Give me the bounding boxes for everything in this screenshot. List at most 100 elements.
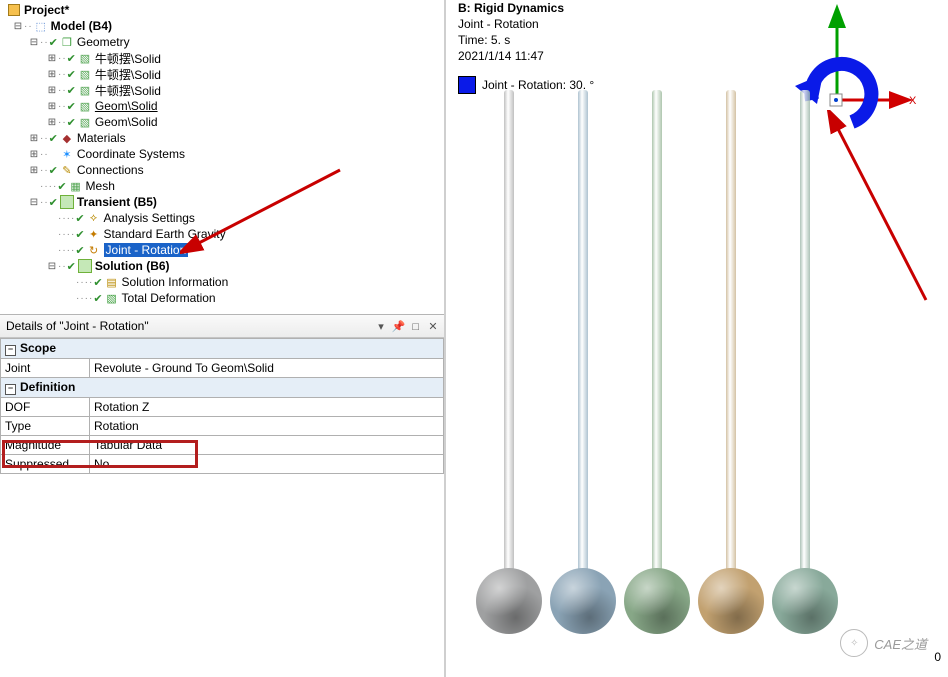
details-titlebar[interactable]: Details of "Joint - Rotation" ▾ 📌 □ ✕ xyxy=(0,315,444,338)
part-label: Geom\Solid xyxy=(95,115,158,129)
expand-icon[interactable]: ⊞ xyxy=(46,85,58,96)
pendulum-ball xyxy=(772,568,838,634)
model-label: Model (B4) xyxy=(51,19,112,33)
deformation-icon: ▧ xyxy=(104,291,120,305)
tree-node-project[interactable]: Project* xyxy=(6,2,444,18)
details-grid[interactable]: −Scope Joint Revolute - Ground To Geom\S… xyxy=(0,338,444,474)
tree-node-mesh[interactable]: ⊞ ···· ✔ ▦ Mesh xyxy=(6,178,444,194)
row-magnitude[interactable]: Magnitude Tabular Data xyxy=(1,436,444,455)
section-definition[interactable]: −Definition xyxy=(1,378,444,398)
expand-icon[interactable]: ⊞ xyxy=(46,117,58,128)
watermark: ✧ CAE之道 xyxy=(840,629,927,657)
check-icon: ✔ xyxy=(67,84,76,97)
check-icon: ✔ xyxy=(49,132,58,145)
joint-load-icon: ↻ xyxy=(86,243,102,257)
pendulum-rod xyxy=(800,90,810,580)
expand-icon[interactable]: ⊞ xyxy=(46,101,58,112)
row-type[interactable]: Type Rotation xyxy=(1,417,444,436)
vp-subtitle: Joint - Rotation xyxy=(458,16,594,32)
dock-icon[interactable]: □ xyxy=(409,321,423,333)
collapse-icon[interactable]: ⊟ xyxy=(28,37,40,48)
cell-value[interactable]: Rotation Z xyxy=(90,398,444,417)
cell-value[interactable]: Revolute - Ground To Geom\Solid xyxy=(90,359,444,378)
pendulum-rod xyxy=(652,90,662,580)
section-scope[interactable]: −Scope xyxy=(1,339,444,359)
solution-icon xyxy=(78,259,92,273)
outline-tree[interactable]: Project* ⊟ ·· ⬚ Model (B4) ⊟ ·· ✔ ❒ Geom… xyxy=(0,0,444,306)
close-icon[interactable]: ✕ xyxy=(426,320,440,333)
tree-node-model[interactable]: ⊟ ·· ⬚ Model (B4) xyxy=(6,18,444,34)
part-icon: ▧ xyxy=(77,67,93,81)
part-label: 牛顿摆\Solid xyxy=(95,66,161,83)
pendulum-rod xyxy=(504,90,514,580)
expand-icon[interactable]: ⊞ xyxy=(28,165,40,176)
cell-key: Type xyxy=(1,417,90,436)
graphics-viewport[interactable]: B: Rigid Dynamics Joint - Rotation Time:… xyxy=(446,0,947,677)
collapse-icon[interactable]: ⊟ xyxy=(28,197,40,208)
collapse-icon[interactable]: − xyxy=(5,384,16,395)
check-icon: ✔ xyxy=(93,292,102,305)
vp-time: Time: 5. s xyxy=(458,32,594,48)
gravity-icon: ✦ xyxy=(86,227,102,241)
check-icon: ✔ xyxy=(57,180,66,193)
tree-node-analysis-settings[interactable]: ···· ✔ ⟡ Analysis Settings xyxy=(6,210,444,226)
cell-value[interactable]: Tabular Data xyxy=(90,436,444,455)
details-title: Details of "Joint - Rotation" xyxy=(6,319,149,333)
check-icon: ✔ xyxy=(67,260,76,273)
pendulum-rod xyxy=(726,90,736,580)
tree-node-solution-info[interactable]: ···· ✔ ▤ Solution Information xyxy=(6,274,444,290)
collapse-icon[interactable]: ⊟ xyxy=(12,21,24,32)
tree-node-part-3[interactable]: ⊞ ·· ✔ ▧ 牛顿摆\Solid xyxy=(6,82,444,98)
check-icon: ✔ xyxy=(75,228,84,241)
check-icon: ✔ xyxy=(93,276,102,289)
vp-date: 2021/1/14 11:47 xyxy=(458,48,594,64)
tree-node-materials[interactable]: ⊞ ·· ✔ ◆ Materials xyxy=(6,130,444,146)
tree-node-transient[interactable]: ⊟ ·· ✔ Transient (B5) xyxy=(6,194,444,210)
tree-node-gravity[interactable]: ···· ✔ ✦ Standard Earth Gravity xyxy=(6,226,444,242)
tree-node-solution[interactable]: ⊟ ·· ✔ Solution (B6) xyxy=(6,258,444,274)
dropdown-icon[interactable]: ▾ xyxy=(374,320,388,333)
expand-icon[interactable]: ⊞ xyxy=(46,53,58,64)
tree-node-geometry[interactable]: ⊟ ·· ✔ ❒ Geometry xyxy=(6,34,444,50)
geometry-icon: ❒ xyxy=(59,35,75,49)
coordinate-systems-icon: ✶ xyxy=(59,147,75,161)
cell-key: DOF xyxy=(1,398,90,417)
tree-node-connections[interactable]: ⊞ ·· ✔ ✎ Connections xyxy=(6,162,444,178)
expand-icon[interactable]: ⊞ xyxy=(28,149,40,160)
pendulum-rod xyxy=(578,90,588,580)
materials-icon: ◆ xyxy=(59,131,75,145)
row-joint[interactable]: Joint Revolute - Ground To Geom\Solid xyxy=(1,359,444,378)
cell-value[interactable]: No xyxy=(90,455,444,474)
tree-node-joint-rotation[interactable]: ···· ✔ ↻ Joint - Rotation xyxy=(6,242,444,258)
connections-label: Connections xyxy=(77,163,144,177)
corner-scale-value: 0 xyxy=(934,650,941,664)
cell-key: Joint xyxy=(1,359,90,378)
row-suppressed[interactable]: Suppressed No xyxy=(1,455,444,474)
cell-value[interactable]: Rotation xyxy=(90,417,444,436)
part-icon: ▧ xyxy=(77,83,93,97)
row-dof[interactable]: DOF Rotation Z xyxy=(1,398,444,417)
check-icon: ✔ xyxy=(67,52,76,65)
transient-icon xyxy=(60,195,74,209)
mesh-label: Mesh xyxy=(86,179,115,193)
tree-node-part-1[interactable]: ⊞ ·· ✔ ▧ 牛顿摆\Solid xyxy=(6,50,444,66)
expand-icon[interactable]: ⊞ xyxy=(28,133,40,144)
part-icon: ▧ xyxy=(77,51,93,65)
tree-node-part-geom1[interactable]: ⊞ ·· ✔ ▧ Geom\Solid xyxy=(6,98,444,114)
check-icon: ✔ xyxy=(49,164,58,177)
part-label: Geom\Solid xyxy=(95,99,158,113)
tree-node-part-2[interactable]: ⊞ ·· ✔ ▧ 牛顿摆\Solid xyxy=(6,66,444,82)
axis-x-label: X xyxy=(909,95,917,107)
solution-info-icon: ▤ xyxy=(104,275,120,289)
watermark-text: CAE之道 xyxy=(874,634,927,653)
viewport-overlay-text: B: Rigid Dynamics Joint - Rotation Time:… xyxy=(458,0,594,94)
tree-node-part-geom2[interactable]: ⊞ ·· ✔ ▧ Geom\Solid xyxy=(6,114,444,130)
collapse-icon[interactable]: − xyxy=(5,345,16,356)
watermark-icon: ✧ xyxy=(840,629,868,657)
expand-icon[interactable]: ⊞ xyxy=(46,69,58,80)
pin-icon[interactable]: 📌 xyxy=(391,320,405,333)
collapse-icon[interactable]: ⊟ xyxy=(46,261,58,272)
tree-node-csys[interactable]: ⊞ ·· ✔ ✶ Coordinate Systems xyxy=(6,146,444,162)
tree-node-total-deformation[interactable]: ···· ✔ ▧ Total Deformation xyxy=(6,290,444,306)
outline-tree-panel: Project* ⊟ ·· ⬚ Model (B4) ⊟ ·· ✔ ❒ Geom… xyxy=(0,0,444,312)
